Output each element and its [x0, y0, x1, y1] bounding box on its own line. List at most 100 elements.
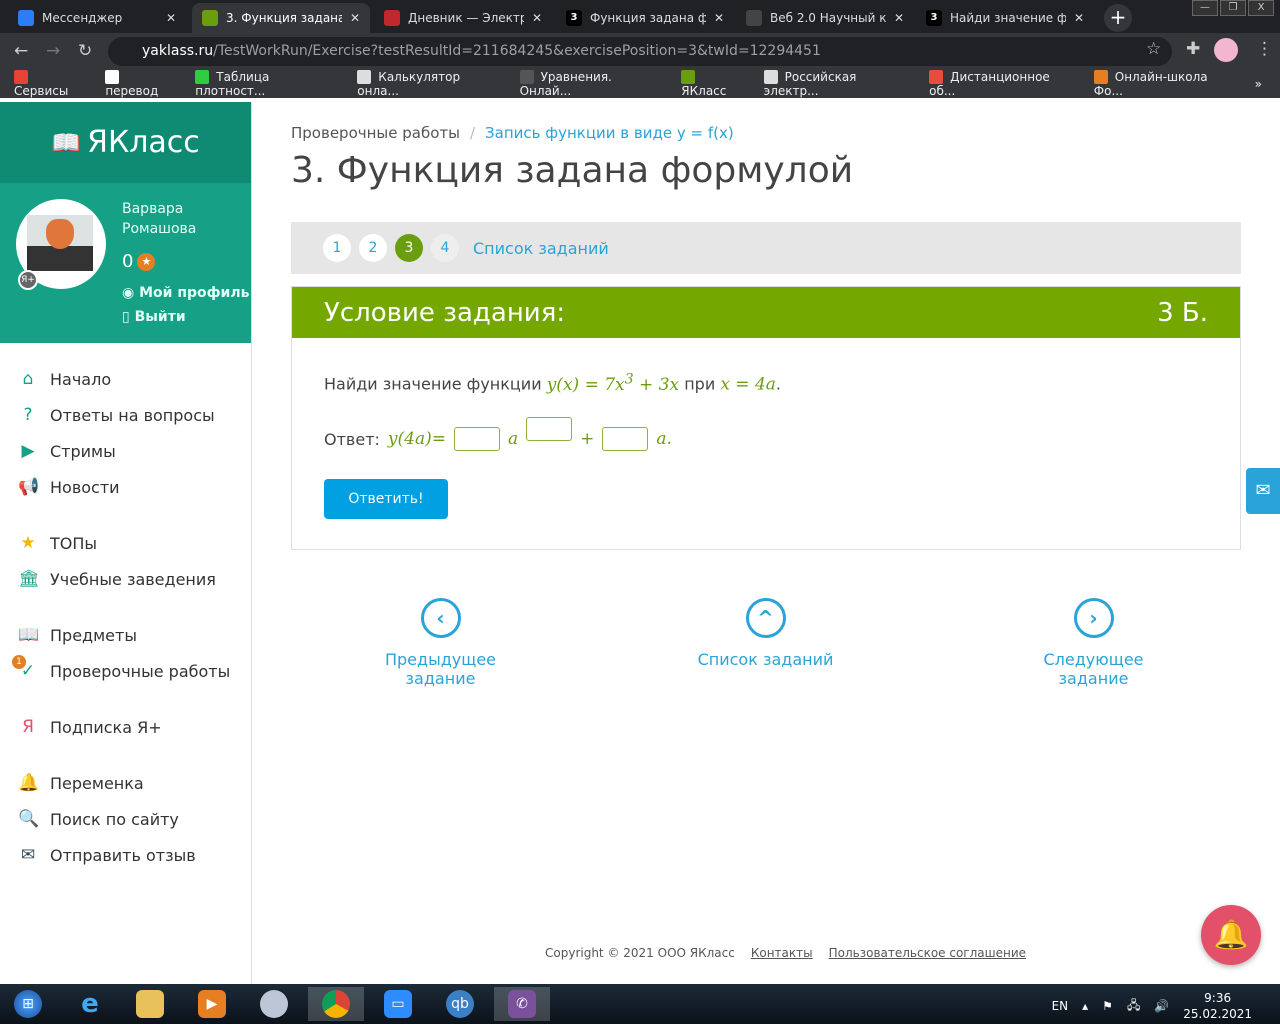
volume-icon[interactable]: 🔊 [1154, 999, 1169, 1013]
coefficient-input[interactable] [453, 427, 500, 451]
bookmark-item[interactable]: Российская электр... [763, 70, 912, 98]
sidebar-item[interactable]: ⌂ Начало [0, 361, 251, 397]
page-button[interactable]: 4 [431, 234, 459, 262]
sidebar-item[interactable]: 1 ✓ Проверочные работы [0, 653, 251, 689]
tray-expand-icon[interactable]: ▴ [1082, 999, 1088, 1013]
zoom-icon[interactable]: ▭ [370, 987, 426, 1021]
menu-icon[interactable]: ⋮ [1256, 39, 1273, 59]
my-profile-label: Мой профиль [139, 285, 250, 301]
bookmark-item[interactable]: Калькулятор онла... [357, 70, 501, 98]
sidebar-item[interactable]: ★ ТОПы [0, 525, 251, 561]
minimize-button[interactable]: — [1192, 0, 1218, 16]
breadcrumb-root[interactable]: Проверочные работы [291, 124, 460, 142]
task-list-link[interactable]: ^ Список заданий [693, 598, 838, 669]
browser-tab[interactable]: 3 Найди значение фун ✕ [916, 3, 1094, 33]
sidebar-item[interactable]: Я Подписка Я+ [0, 709, 251, 745]
url-path: /TestWorkRun/Exercise?testResultId=21168… [213, 43, 821, 59]
bookmark-item[interactable]: перевод [105, 70, 177, 98]
sidebar-item[interactable]: 📖 Предметы [0, 617, 251, 653]
bookmarks-overflow-icon[interactable]: » [1255, 77, 1262, 91]
clock[interactable]: 9:36 25.02.2021 [1183, 990, 1252, 1022]
previous-task-link[interactable]: ‹ Предыдущее задание [353, 598, 528, 688]
forward-icon[interactable]: → [46, 41, 60, 61]
sidebar-item[interactable]: ? Ответы на вопросы [0, 397, 251, 433]
bookmark-star-icon[interactable]: ☆ [1146, 39, 1161, 59]
sidebar-item[interactable]: 📢 Новости [0, 469, 251, 505]
close-tab-icon[interactable]: ✕ [350, 11, 360, 25]
browser-tab[interactable]: Мессенджер ✕ [8, 3, 186, 33]
logout-link[interactable]: ▯ Выйти [122, 309, 186, 325]
action-center-flag-icon[interactable]: ⚑ [1102, 999, 1113, 1013]
language-indicator[interactable]: EN [1052, 999, 1069, 1013]
ie-icon[interactable]: e [62, 987, 118, 1021]
condition-title: Условие задания: [324, 297, 566, 328]
chrome-icon[interactable] [308, 987, 364, 1021]
close-window-button[interactable]: X [1248, 0, 1274, 16]
bookmark-item[interactable]: Дистанционное об... [929, 69, 1076, 99]
bookmark-label: Онлайн-школа Фо... [1093, 69, 1208, 99]
logo[interactable]: 📖 ЯКласс [0, 102, 251, 183]
yaklass-icon [202, 10, 218, 26]
breadcrumb-link[interactable]: Запись функции в виде y = f(x) [485, 124, 734, 142]
qbittorrent-icon[interactable]: qb [432, 987, 488, 1021]
breadcrumb: Проверочные работы / Запись функции в виде… [291, 124, 734, 142]
bookmark-item[interactable]: Онлайн-школа Фо... [1093, 69, 1237, 99]
bookmark-item[interactable]: Уравнения. Онлай... [519, 70, 664, 98]
app-icon[interactable] [246, 987, 302, 1021]
contacts-link[interactable]: Контакты [751, 946, 813, 960]
extensions-icon[interactable]: ✚ [1186, 39, 1200, 59]
bookmark-item[interactable]: ЯКласс [681, 70, 745, 98]
back-icon[interactable]: ← [14, 41, 28, 61]
browser-tab[interactable]: Дневник — Электрон ✕ [374, 3, 552, 33]
explorer-icon[interactable] [122, 987, 178, 1021]
profile-avatar[interactable] [1214, 38, 1238, 62]
task-list-pager-link[interactable]: Список заданий [473, 239, 609, 258]
footer: Copyright © 2021 ООО ЯКласс Контакты Польз… [545, 946, 1026, 960]
browser-tab[interactable]: Веб 2.0 Научный кал ✕ [736, 3, 914, 33]
task-header: Условие задания: 3 Б. [292, 287, 1240, 338]
task-list-label: Список заданий [697, 650, 834, 669]
submit-answer-button[interactable]: Ответить! [324, 479, 448, 519]
close-tab-icon[interactable]: ✕ [1074, 11, 1084, 25]
url-input[interactable]: yaklass.ru/TestWorkRun/Exercise?testResu… [108, 37, 1172, 66]
mail-icon[interactable]: ✉ [1246, 468, 1280, 514]
formula-exponent: 3 [624, 371, 634, 387]
close-tab-icon[interactable]: ✕ [532, 11, 542, 25]
close-tab-icon[interactable]: ✕ [714, 11, 724, 25]
chevron-up-icon: ^ [745, 598, 786, 638]
new-tab-button[interactable]: + [1104, 4, 1132, 32]
start-button[interactable]: ⊞ [0, 987, 56, 1021]
close-tab-icon[interactable]: ✕ [894, 11, 904, 25]
question-period: . [775, 374, 781, 394]
page-button[interactable]: 2 [359, 234, 387, 262]
bookmark-label: Дистанционное об... [929, 69, 1050, 99]
notification-bell-button[interactable]: 🔔 [1201, 905, 1261, 965]
exponent-input[interactable] [526, 417, 573, 441]
media-player-icon[interactable]: ▶ [184, 987, 240, 1021]
bookmark-item[interactable]: Таблица плотност... [195, 70, 339, 98]
sidebar-item[interactable]: 🔍 Поиск по сайту [0, 801, 251, 837]
address-bar-row: ← → ↻ yaklass.ru/TestWorkRun/Exercise?te… [0, 33, 1280, 70]
reload-icon[interactable]: ↻ [78, 41, 92, 61]
sidebar-item[interactable]: 🔔 Переменка [0, 765, 251, 801]
maximize-button[interactable]: ❐ [1220, 0, 1246, 16]
page-button[interactable]: 1 [323, 234, 351, 262]
network-icon[interactable]: 🖧 [1127, 996, 1140, 1017]
subscription-icon: Я [22, 717, 34, 737]
viber-icon[interactable]: ✆ [494, 987, 550, 1021]
close-tab-icon[interactable]: ✕ [166, 11, 176, 25]
sidebar-item[interactable]: 🏛 Учебные заведения [0, 561, 251, 597]
sidebar-item[interactable]: ✉ Отправить отзыв [0, 837, 251, 873]
page-button[interactable]: 3 [395, 234, 423, 262]
at-word: при [684, 374, 716, 394]
terms-link[interactable]: Пользовательское соглашение [829, 946, 1026, 960]
points-label: 3 Б. [1157, 297, 1208, 328]
sidebar-item[interactable]: ▶ Стримы [0, 433, 251, 469]
bookmark-item[interactable]: Сервисы [14, 70, 87, 98]
second-coefficient-input[interactable] [602, 427, 649, 451]
bookmark-favicon-icon [195, 70, 210, 85]
my-profile-link[interactable]: ◉ Мой профиль [122, 285, 249, 301]
browser-tab[interactable]: 3 Функция задана фор ✕ [556, 3, 734, 33]
next-task-link[interactable]: › Следующее задание [1011, 598, 1176, 688]
browser-tab[interactable]: 3. Функция задана фо ✕ [192, 3, 370, 33]
